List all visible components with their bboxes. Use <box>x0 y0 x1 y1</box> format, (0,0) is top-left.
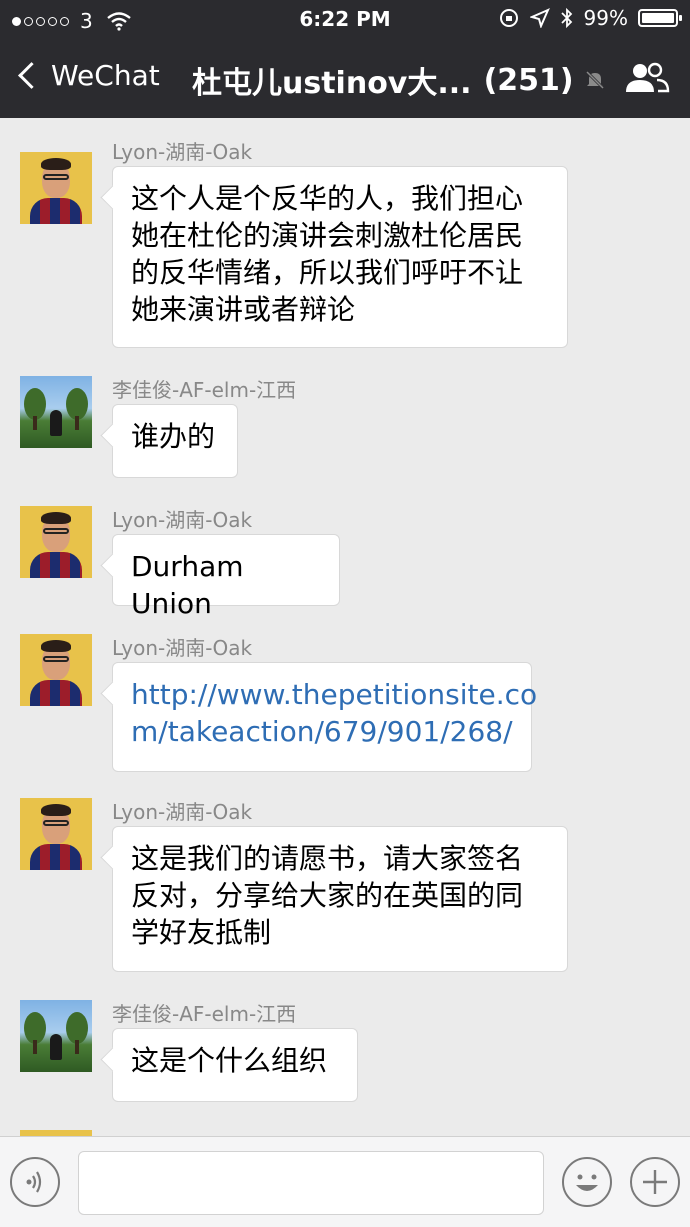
emoji-icon <box>576 1174 598 1191</box>
location-arrow-icon <box>529 8 550 28</box>
lyon-avatar[interactable] <box>20 506 92 578</box>
message-text: 这是个什么组织 <box>131 1044 328 1077</box>
message-bubble[interactable]: 谁办的 <box>112 404 238 478</box>
message-bubble[interactable]: http://www.thepetitionsite.co m/takeacti… <box>112 662 537 772</box>
group-name: 杜屯儿ustinov大... <box>192 66 472 101</box>
lyon-avatar[interactable] <box>20 634 92 706</box>
message-input[interactable] <box>78 1151 544 1215</box>
message-text: Durham Union <box>131 550 253 620</box>
mute-bell-icon <box>585 70 604 90</box>
battery-icon <box>638 9 682 27</box>
battery-fill <box>642 13 674 23</box>
more-options-button[interactable] <box>630 1157 680 1207</box>
message-text: 这个人是个反华的人，我们担心 她在杜伦的演讲会刺激杜伦居民 的反华情绪，所以我们… <box>131 182 524 326</box>
message-text: 谁办的 <box>131 420 216 453</box>
li-avatar[interactable] <box>20 1000 92 1072</box>
voice-input-icon <box>26 1171 42 1193</box>
message-bubble[interactable]: Durham Union <box>112 534 340 620</box>
back-label: WeChat <box>51 59 160 92</box>
message-text: 这是我们的请愿书，请大家签名 反对，分享给大家的在英国的同 学好友抵制 <box>131 842 524 949</box>
rotation-lock-icon <box>499 9 518 27</box>
bluetooth-icon <box>560 7 572 29</box>
member-count: (251) <box>483 62 574 98</box>
status-bar: 3 6:22 PM 99% <box>0 0 690 38</box>
voice-input-button[interactable] <box>10 1157 60 1207</box>
lyon-avatar[interactable] <box>20 152 92 224</box>
li-avatar[interactable] <box>20 376 92 448</box>
message-bubble[interactable]: 这是个什么组织 <box>112 1028 358 1102</box>
chat-title: 杜屯儿ustinov大... (251) <box>192 58 606 102</box>
sender-name: 李佳俊-AF-elm-江西 <box>112 1002 297 1026</box>
message-bubble[interactable]: 这是我们的请愿书，请大家签名 反对，分享给大家的在英国的同 学好友抵制 <box>112 826 568 972</box>
chevron-left-icon <box>18 62 45 89</box>
chat-area[interactable]: Lyon-湖南-Oak 这个人是个反华的人，我们担心 她在杜伦的演讲会刺激杜伦居… <box>0 118 690 1136</box>
emoji-button[interactable] <box>562 1157 612 1207</box>
lyon-avatar[interactable] <box>20 798 92 870</box>
input-bar <box>0 1136 690 1227</box>
message-bubble[interactable]: 这个人是个反华的人，我们担心 她在杜伦的演讲会刺激杜伦居民 的反华情绪，所以我们… <box>112 166 568 348</box>
back-button[interactable]: WeChat <box>16 59 160 92</box>
sender-name: Lyon-湖南-Oak <box>112 800 253 824</box>
message-link[interactable]: http://www.thepetitionsite.co m/takeacti… <box>131 676 537 750</box>
sender-name: Lyon-湖南-Oak <box>112 140 253 164</box>
battery-percent: 99% <box>583 6 628 30</box>
sender-name: Lyon-湖南-Oak <box>112 636 253 660</box>
plus-icon <box>643 1170 667 1194</box>
sender-name: 李佳俊-AF-elm-江西 <box>112 378 297 402</box>
sender-name: Lyon-湖南-Oak <box>112 508 253 532</box>
nav-bar: WeChat 杜屯儿ustinov大... (251) <box>0 38 690 118</box>
group-members-icon[interactable] <box>624 60 670 96</box>
